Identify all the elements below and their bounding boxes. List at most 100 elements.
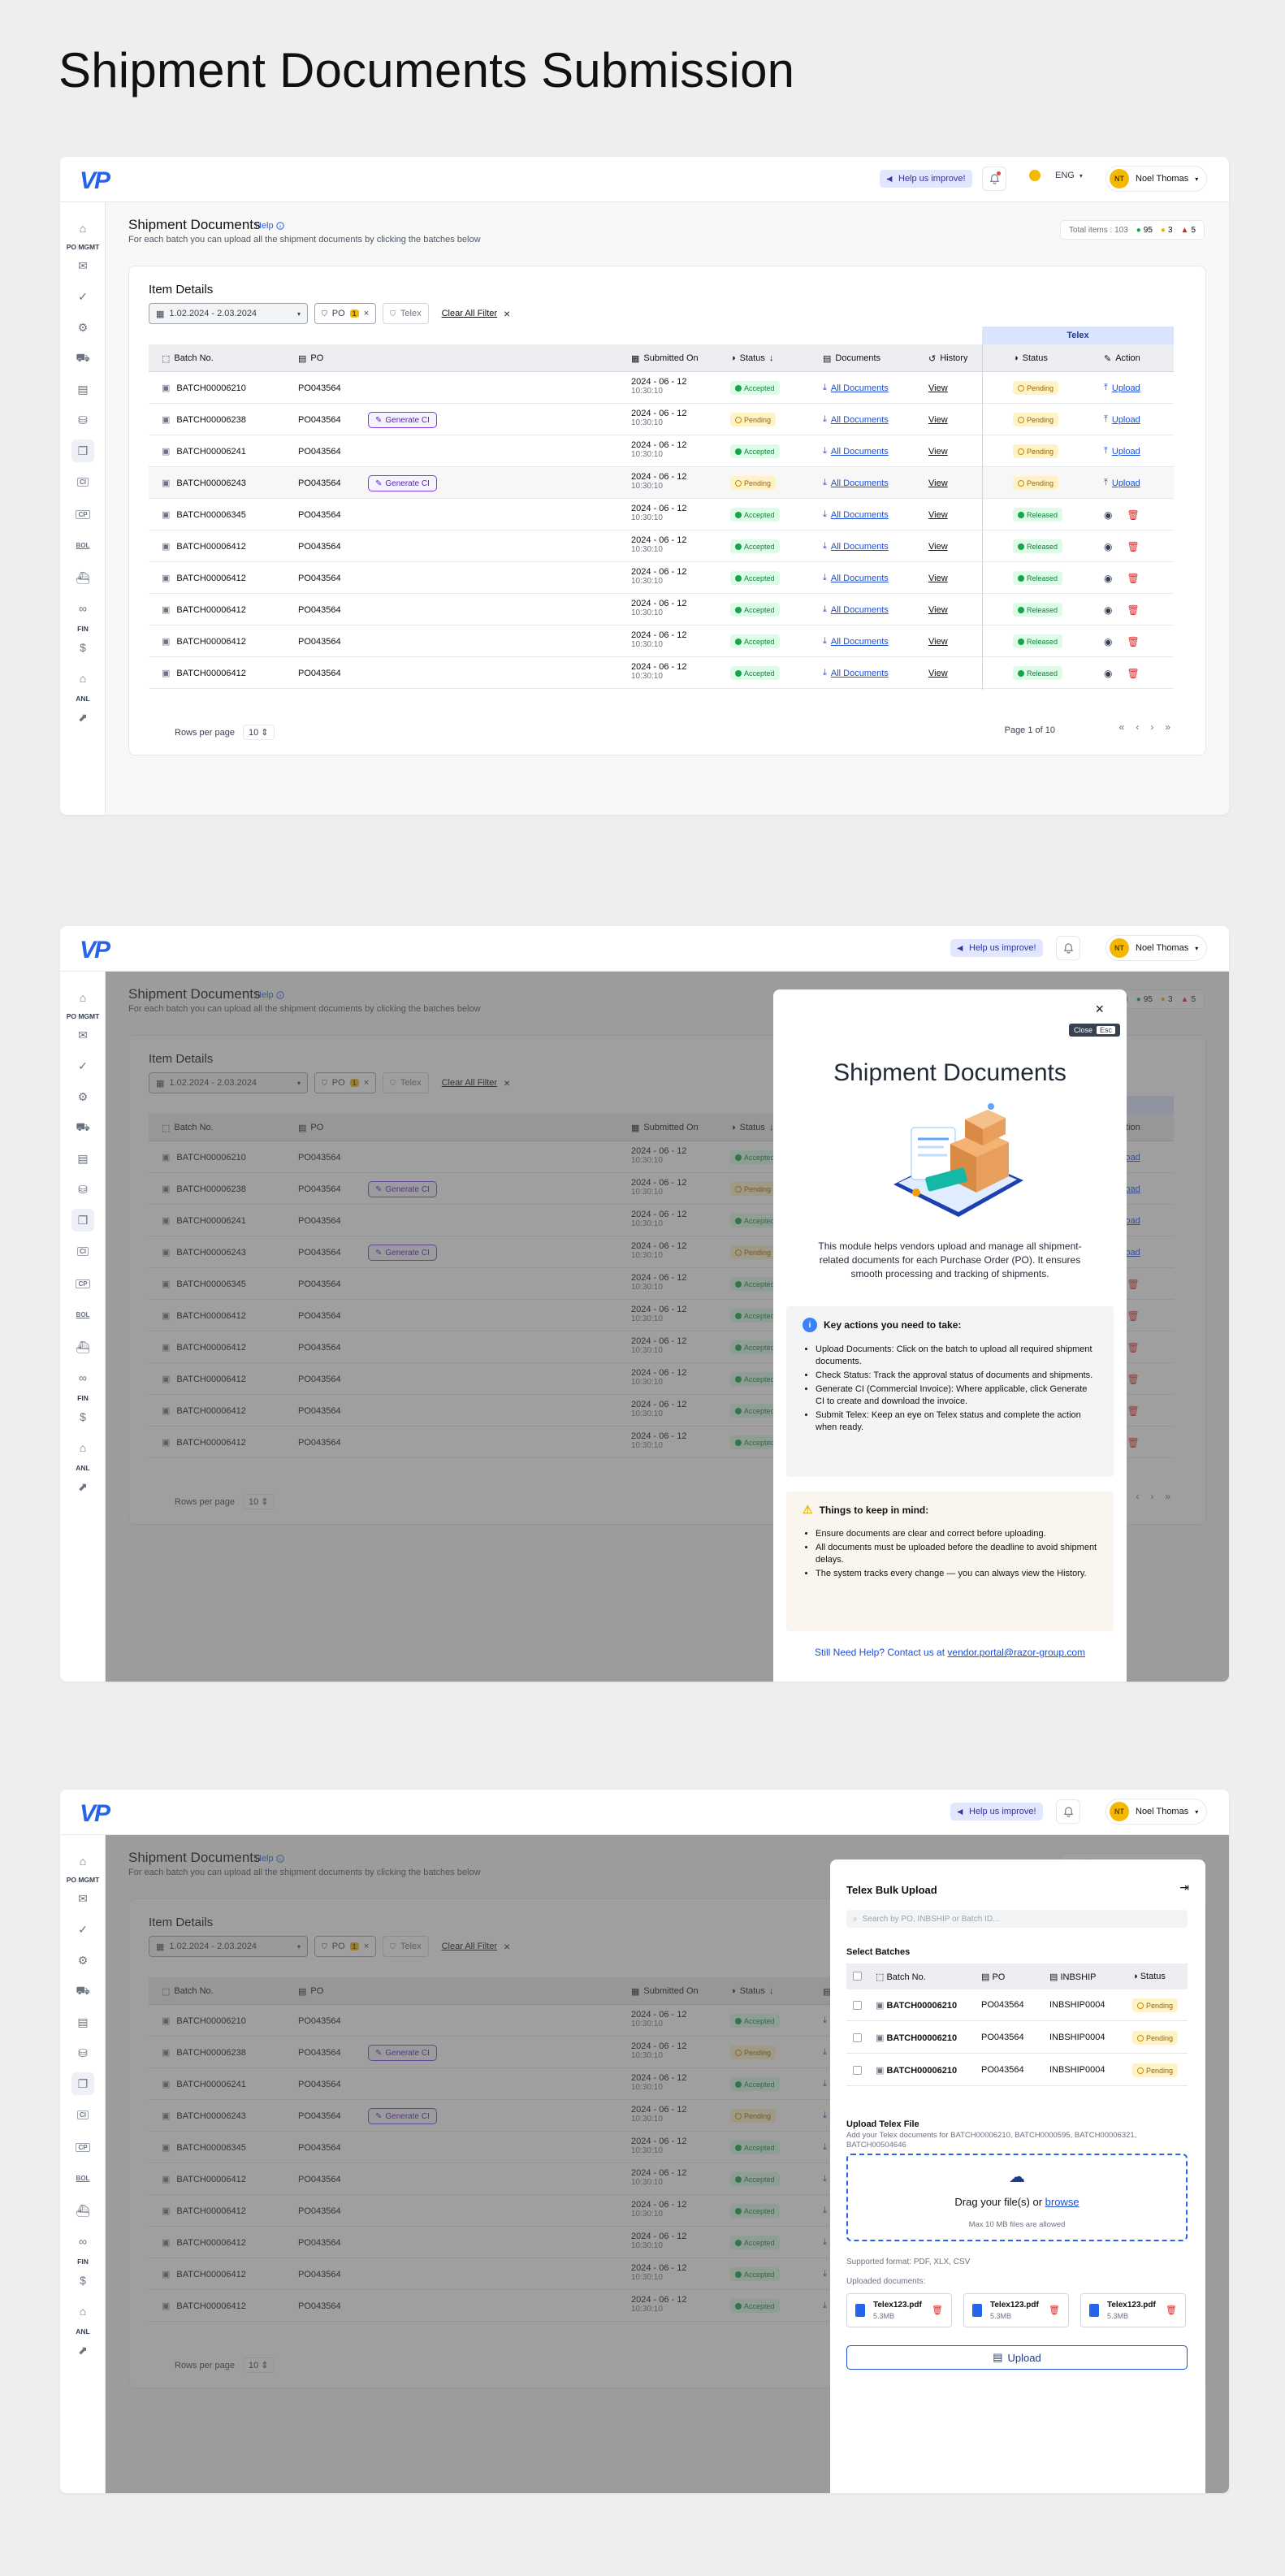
rows-per-page-select[interactable]: 10 ⇕ <box>243 725 275 740</box>
sidebar-item-dollar-icon[interactable]: $ <box>71 1405 94 1428</box>
history-view-link[interactable]: View <box>928 669 948 678</box>
app-logo[interactable]: VP <box>80 1800 110 1828</box>
first-page-icon[interactable]: « <box>1119 721 1125 733</box>
sidebar-item-mail-icon[interactable]: ✉ <box>71 1024 94 1046</box>
list-item[interactable]: ▣ BATCH00006210 PO043564 INBSHIP0004 Pen… <box>846 1989 1188 2021</box>
sidebar-item-ship-icon[interactable]: ⛴ <box>71 2199 94 2222</box>
trash-icon[interactable]: 🗑 <box>1049 2305 1060 2315</box>
help-improve-button[interactable]: Help us improve! <box>880 170 972 188</box>
trash-icon[interactable]: 🗑 <box>932 2305 943 2315</box>
eye-icon[interactable]: ◉ <box>1104 509 1112 521</box>
filter-telex[interactable]: ⛉ Telex <box>383 303 429 324</box>
sidebar-item-container-icon[interactable]: ⛁ <box>71 409 94 431</box>
sidebar-item-check-icon[interactable]: ✓ <box>71 1054 94 1077</box>
sidebar-item-bol-icon[interactable]: BOL <box>71 2167 94 2189</box>
language-selector[interactable]: ENG ▾ <box>1029 170 1083 181</box>
all-documents-link[interactable]: All Documents <box>831 383 889 393</box>
sidebar-item-ci-icon[interactable]: CI <box>71 1240 94 1262</box>
upload-link[interactable]: Upload <box>1112 383 1140 393</box>
sidebar-item-doc-icon[interactable]: ▤ <box>71 1147 94 1170</box>
history-view-link[interactable]: View <box>928 415 948 425</box>
all-documents-link[interactable]: All Documents <box>831 447 889 457</box>
eye-icon[interactable]: ◉ <box>1104 668 1112 679</box>
sidebar-item-check-icon[interactable]: ✓ <box>71 1918 94 1941</box>
status-sort-header[interactable]: ◑Status↓ <box>730 344 773 372</box>
history-view-link[interactable]: View <box>928 605 948 615</box>
sidebar-item-bol-icon[interactable]: BOL <box>71 534 94 556</box>
sidebar-item-copy-docs-icon[interactable]: ❐ <box>71 439 94 462</box>
sidebar-item-home-icon[interactable]: ⌂ <box>71 217 94 240</box>
table-row[interactable]: ▣ BATCH00006412 PO043564 2024 - 06 - 1210:3… <box>149 530 1174 562</box>
sidebar-item-container-icon[interactable]: ⛁ <box>71 1178 94 1201</box>
sidebar-item-bank-icon[interactable]: ⌂ <box>71 2300 94 2323</box>
upload-link[interactable]: Upload <box>1112 478 1140 488</box>
history-view-link[interactable]: View <box>928 383 948 393</box>
trash-icon[interactable]: 🗑 <box>1127 541 1139 552</box>
notification-bell-button[interactable] <box>982 167 1006 191</box>
sidebar-item-settings-icon[interactable]: ⚙ <box>71 316 94 339</box>
sidebar-item-link-icon[interactable]: ∞ <box>71 1366 94 1389</box>
table-row[interactable]: ▣ BATCH00006210 PO043564 2024 - 06 - 1210:3… <box>149 372 1174 404</box>
last-page-icon[interactable]: » <box>1165 721 1170 733</box>
file-dropzone[interactable]: ☁ Drag your file(s) or browse Max 10 MB … <box>846 2154 1188 2241</box>
history-view-link[interactable]: View <box>928 447 948 457</box>
sidebar-item-mail-icon[interactable]: ✉ <box>71 1887 94 1910</box>
table-row[interactable]: ▣ BATCH00006243 PO043564 ✎Generate CI 2024 -… <box>149 467 1174 499</box>
sidebar-item-settings-icon[interactable]: ⚙ <box>71 1085 94 1108</box>
app-logo[interactable]: VP <box>80 167 110 195</box>
all-documents-link[interactable]: All Documents <box>831 510 889 520</box>
sidebar-item-ship-icon[interactable]: ⛴ <box>71 566 94 589</box>
all-documents-link[interactable]: All Documents <box>831 669 889 678</box>
sidebar-item-link-icon[interactable]: ∞ <box>71 2230 94 2253</box>
help-improve-button[interactable]: Help us improve! <box>950 1803 1043 1821</box>
select-all-checkbox[interactable] <box>853 1972 862 1981</box>
all-documents-link[interactable]: All Documents <box>831 478 889 488</box>
row-checkbox[interactable] <box>853 2033 862 2042</box>
sidebar-item-home-icon[interactable]: ⌂ <box>71 986 94 1009</box>
history-view-link[interactable]: View <box>928 510 948 520</box>
eye-icon[interactable]: ◉ <box>1104 636 1112 647</box>
sidebar-item-chart-icon[interactable]: ⬈ <box>71 2339 94 2362</box>
trash-icon[interactable]: 🗑 <box>1127 509 1139 521</box>
table-row[interactable]: ▣ BATCH00006241 PO043564 2024 - 06 - 1210:3… <box>149 435 1174 467</box>
sidebar-item-bank-icon[interactable]: ⌂ <box>71 667 94 690</box>
eye-icon[interactable]: ◉ <box>1104 541 1112 552</box>
sidebar-item-dollar-icon[interactable]: $ <box>71 2269 94 2292</box>
filter-po[interactable]: ⛉ PO 1 × <box>314 303 377 324</box>
trash-icon[interactable]: 🗑 <box>1166 2305 1177 2315</box>
sidebar-item-bol-icon[interactable]: BOL <box>71 1303 94 1326</box>
sidebar-item-settings-icon[interactable]: ⚙ <box>71 1949 94 1972</box>
eye-icon[interactable]: ◉ <box>1104 604 1112 616</box>
user-menu[interactable]: NT Noel Thomas ▾ <box>1105 935 1208 961</box>
row-checkbox[interactable] <box>853 2001 862 2010</box>
list-item[interactable]: ▣ BATCH00006210 PO043564 INBSHIP0004 Pen… <box>846 2054 1188 2086</box>
sidebar-item-cp-icon[interactable]: CP <box>71 2136 94 2158</box>
list-item[interactable]: ▣ BATCH00006210 PO043564 INBSHIP0004 Pen… <box>846 2022 1188 2054</box>
history-view-link[interactable]: View <box>928 478 948 488</box>
notification-bell-button[interactable] <box>1056 936 1080 960</box>
upload-button[interactable]: ▤ Upload <box>846 2345 1188 2370</box>
sidebar-item-copy-docs-icon[interactable]: ❐ <box>71 1209 94 1232</box>
all-documents-link[interactable]: All Documents <box>831 605 889 615</box>
user-menu[interactable]: NT Noel Thomas ▾ <box>1105 166 1208 192</box>
sidebar-item-mail-icon[interactable]: ✉ <box>71 254 94 277</box>
notification-bell-button[interactable] <box>1056 1799 1080 1824</box>
prev-page-icon[interactable]: ‹ <box>1136 721 1139 733</box>
sidebar-item-chart-icon[interactable]: ⬈ <box>71 706 94 729</box>
sidebar-item-link-icon[interactable]: ∞ <box>71 597 94 620</box>
app-logo[interactable]: VP <box>80 937 110 964</box>
history-view-link[interactable]: View <box>928 574 948 583</box>
sidebar-item-ci-icon[interactable]: CI <box>71 2103 94 2126</box>
sidebar-item-ci-icon[interactable]: CI <box>71 470 94 493</box>
all-documents-link[interactable]: All Documents <box>831 415 889 425</box>
sidebar-item-truck-doc-icon[interactable]: ⛟ <box>71 1116 94 1139</box>
generate-ci-button[interactable]: ✎Generate CI <box>368 475 437 491</box>
close-icon[interactable]: × <box>504 307 510 320</box>
user-menu[interactable]: NT Noel Thomas ▾ <box>1105 1799 1208 1825</box>
sidebar-item-truck-doc-icon[interactable]: ⛟ <box>71 347 94 370</box>
history-view-link[interactable]: View <box>928 542 948 552</box>
table-row[interactable]: ▣ BATCH00006412 PO043564 2024 - 06 - 1210:3… <box>149 657 1174 689</box>
history-view-link[interactable]: View <box>928 637 948 647</box>
sidebar-item-copy-docs-icon[interactable]: ❐ <box>71 2072 94 2095</box>
all-documents-link[interactable]: All Documents <box>831 637 889 647</box>
